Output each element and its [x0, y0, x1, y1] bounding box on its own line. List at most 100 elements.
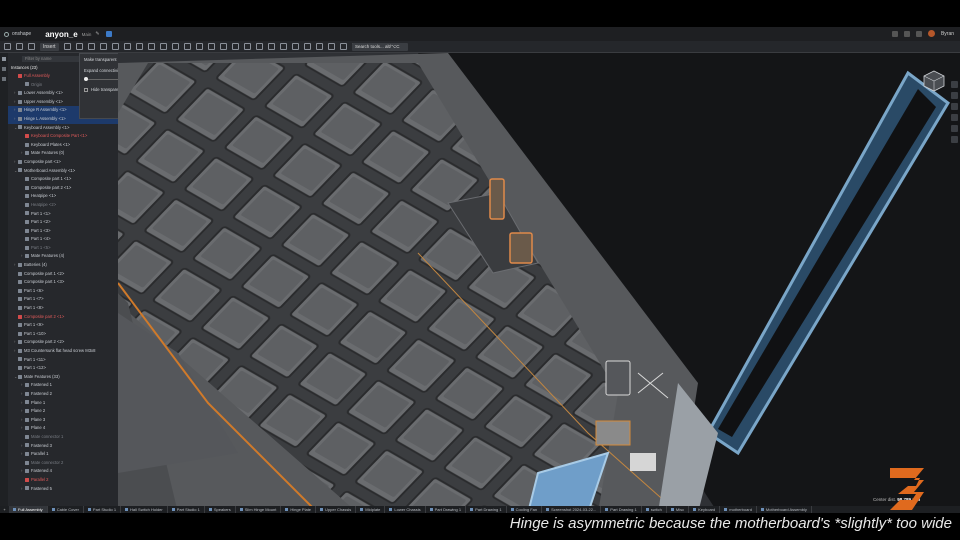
tree-item[interactable]: › Parallel 1: [8, 450, 118, 459]
document-name[interactable]: anyon_e: [45, 30, 77, 39]
fasten-mate-icon[interactable]: [63, 43, 71, 50]
width-mate-icon[interactable]: [171, 43, 179, 50]
tree-item[interactable]: › Fastened 2: [8, 390, 118, 399]
document-tab[interactable]: Midplate: [356, 506, 386, 513]
settings-icon[interactable]: [28, 43, 35, 50]
linear-relation-icon[interactable]: [243, 43, 251, 50]
tree-item[interactable]: › Plane 3: [8, 416, 118, 425]
cylindrical-mate-icon[interactable]: [111, 43, 119, 50]
document-tab[interactable]: motherboard: [720, 506, 757, 513]
document-tab[interactable]: Motherboard Assembly: [757, 506, 812, 513]
rack-pinion-icon[interactable]: [219, 43, 227, 50]
tree-item[interactable]: Part 1 <6>: [8, 287, 118, 296]
notification-icon[interactable]: [891, 30, 898, 37]
named-position-icon[interactable]: [339, 43, 347, 50]
tree-item[interactable]: Part 1 <12>: [8, 364, 118, 373]
slider-mate-icon[interactable]: [87, 43, 95, 50]
tree-item[interactable]: Part 1 <1>: [8, 210, 118, 219]
document-tab[interactable]: Upper Chassis: [316, 506, 357, 513]
tree-item[interactable]: Composite part 2 <1>: [8, 184, 118, 193]
document-tab[interactable]: Slim Hinge Mount: [236, 506, 282, 513]
document-tab[interactable]: Lower Chassis: [385, 506, 426, 513]
view-cube-icon[interactable]: [922, 69, 946, 93]
tree-item[interactable]: › Fastened 3: [8, 442, 118, 451]
tangent-mate-icon[interactable]: [159, 43, 167, 50]
tree-item[interactable]: › Plane 1: [8, 399, 118, 408]
tree-item[interactable]: Part 1 <9>: [8, 321, 118, 330]
tree-item[interactable]: › Fastened 4: [8, 467, 118, 476]
document-tab[interactable]: Part Studio 1: [168, 506, 205, 513]
document-tab[interactable]: Hall Switch Holder: [121, 506, 168, 513]
tree-item[interactable]: Parallel 2: [8, 476, 118, 485]
interference-icon[interactable]: [327, 43, 335, 50]
document-tab[interactable]: Misc: [667, 506, 690, 513]
configurations-icon[interactable]: [950, 92, 958, 99]
tree-item[interactable]: Part 1 <3>: [8, 227, 118, 236]
planar-mate-icon[interactable]: [99, 43, 107, 50]
tree-item[interactable]: Composite part 2 <1>: [8, 313, 118, 322]
tree-item[interactable]: Composite part 1 <2>: [8, 270, 118, 279]
document-tab[interactable]: Screenshot 2024-03-22...: [542, 506, 602, 513]
tree-item[interactable]: ⌄ Motherboard Assembly <1>: [8, 167, 118, 176]
tree-item[interactable]: Mate connector 1: [8, 433, 118, 442]
tree-item[interactable]: Part 1 <11>: [8, 356, 118, 365]
tree-item[interactable]: Mate connector 2: [8, 459, 118, 468]
tree-item[interactable]: ⌄ Keyboard Assembly <1>: [8, 124, 118, 133]
mate-connector-icon[interactable]: [195, 43, 203, 50]
tree-item[interactable]: Part 1 <8>: [8, 304, 118, 313]
share-icon[interactable]: [105, 31, 112, 37]
tree-item[interactable]: ⌄ Mate Features (33): [8, 373, 118, 382]
tree-item[interactable]: › Mate Features (4): [8, 252, 118, 261]
tree-item[interactable]: Composite part 1 <3>: [8, 278, 118, 287]
checkbox-box[interactable]: [84, 87, 88, 92]
document-tab[interactable]: Part Studio 1: [84, 506, 122, 513]
ball-mate-icon[interactable]: [135, 43, 143, 50]
document-tab[interactable]: Part Drawing 1: [601, 506, 642, 513]
bom-icon[interactable]: [950, 125, 958, 132]
appearance-icon[interactable]: [950, 81, 958, 88]
tree-item[interactable]: Heatpipe <2>: [8, 201, 118, 210]
tree-item[interactable]: › Plane 4: [8, 424, 118, 433]
add-tab-icon[interactable]: +: [0, 507, 9, 512]
tree-item[interactable]: › Fastened 5: [8, 485, 118, 494]
slider-handle[interactable]: [84, 77, 88, 81]
tree-item[interactable]: Part 1 <2>: [8, 218, 118, 227]
properties-icon[interactable]: [950, 103, 958, 110]
explode-icon[interactable]: [279, 43, 287, 50]
parallel-mate-icon[interactable]: [147, 43, 155, 50]
undo-icon[interactable]: [4, 43, 11, 50]
document-tab[interactable]: switch: [642, 506, 667, 513]
section-view-icon[interactable]: [291, 43, 299, 50]
tree-item[interactable]: Heatpipe <1>: [8, 192, 118, 201]
tree-item[interactable]: Part 1 <4>: [8, 235, 118, 244]
branch-label[interactable]: Main: [82, 32, 92, 37]
variables-icon[interactable]: [950, 136, 958, 143]
tree-item[interactable]: › Plane 2: [8, 407, 118, 416]
document-tab[interactable]: Keyboard: [689, 506, 721, 513]
help-icon[interactable]: [903, 30, 910, 37]
document-tab[interactable]: Full Assembly: [9, 506, 48, 513]
document-tab[interactable]: Cooling Fan: [507, 506, 543, 513]
document-tab[interactable]: Part Drawing 1: [426, 506, 467, 513]
group-icon[interactable]: [183, 43, 191, 50]
document-tab[interactable]: Hinge Plate: [281, 506, 317, 513]
screw-relation-icon[interactable]: [231, 43, 239, 50]
tree-item[interactable]: › Composite part 2 <2>: [8, 338, 118, 347]
tree-item[interactable]: Part 1 <10>: [8, 330, 118, 339]
user-name[interactable]: Byran: [941, 31, 954, 37]
gear-relation-icon[interactable]: [207, 43, 215, 50]
document-tab[interactable]: Cable Cover: [48, 506, 84, 513]
insert-button[interactable]: Insert: [40, 42, 59, 51]
tree-item[interactable]: › Batteries (4): [8, 261, 118, 270]
tree-item[interactable]: Part 1 <7>: [8, 295, 118, 304]
document-tab[interactable]: Part Drawing 1: [466, 506, 507, 513]
tree-item[interactable]: › M3 Countersunk flat head screw M3x8: [8, 347, 118, 356]
pattern-icon[interactable]: [267, 43, 275, 50]
redo-icon[interactable]: [16, 43, 23, 50]
document-tab[interactable]: Speakers: [205, 506, 236, 513]
search-tools-input[interactable]: Search tools... alt/⌥C: [352, 43, 408, 51]
tree-item[interactable]: Composite part 1 <1>: [8, 175, 118, 184]
comments-icon[interactable]: [950, 114, 958, 121]
tree-item[interactable]: Keyboard Composite Part <1>: [8, 132, 118, 141]
tree-item[interactable]: › Composite part <1>: [8, 158, 118, 167]
